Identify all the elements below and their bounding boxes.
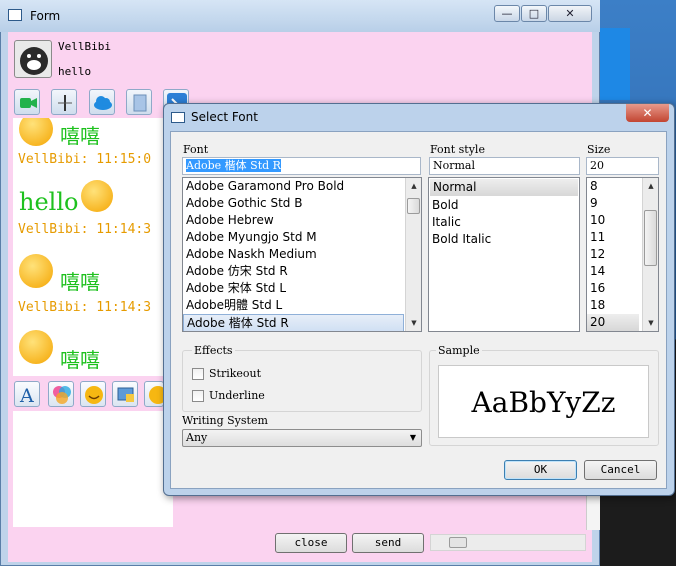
font-option[interactable]: Adobe Hebrew: [183, 212, 421, 229]
size-list-scrollbar[interactable]: ▲ ▼: [642, 178, 658, 331]
sample-label: Sample: [436, 344, 482, 357]
strikeout-label: Strikeout: [209, 367, 262, 380]
emoji2-icon: [149, 386, 167, 404]
size-list[interactable]: 8 9 10 11 12 14 16 18 20 ▲ ▼: [586, 177, 659, 332]
style-option[interactable]: Bold Italic: [429, 231, 579, 248]
maximize-button[interactable]: □: [521, 5, 547, 22]
effects-group: [182, 350, 422, 412]
size-input[interactable]: 20: [586, 157, 659, 175]
laugh-emoji-icon: [19, 330, 53, 364]
chat-history[interactable]: 嘻嘻 VellBibi: 11:15:0 hello VellBibi: 11:…: [13, 118, 171, 376]
font-option[interactable]: Adobe Naskh Medium: [183, 246, 421, 263]
app-icon: [8, 9, 22, 21]
font-option[interactable]: Adobe Gothic Std B: [183, 195, 421, 212]
scroll-down-icon[interactable]: ▼: [406, 315, 421, 331]
message-meta: VellBibi: 11:14:3: [18, 300, 152, 315]
file-button[interactable]: [126, 89, 152, 115]
scroll-thumb[interactable]: [407, 198, 420, 214]
dialog-title: Select Font: [191, 110, 258, 124]
message-meta: VellBibi: 11:15:0: [18, 152, 152, 167]
chat-message: 嘻嘻: [60, 124, 100, 148]
horizontal-scrollbar[interactable]: [430, 534, 586, 551]
font-option[interactable]: Adobe 仿宋 Std R: [183, 263, 421, 280]
writing-system-select[interactable]: Any ▼: [182, 429, 422, 447]
message-meta: VellBibi: 11:14:3: [18, 222, 152, 237]
video-call-icon: [20, 98, 37, 108]
ok-button[interactable]: OK: [504, 460, 577, 480]
scroll-thumb[interactable]: [644, 210, 657, 266]
form-title: Form: [30, 9, 61, 23]
style-option-selected[interactable]: Normal: [430, 179, 578, 196]
effects-label: Effects: [192, 344, 235, 357]
font-button[interactable]: A: [14, 381, 40, 407]
sample-preview: AaBbYyZz: [438, 365, 649, 438]
avatar[interactable]: [14, 40, 52, 78]
scroll-up-icon[interactable]: ▲: [643, 178, 658, 194]
underline-checkbox[interactable]: [192, 390, 204, 402]
writing-system-label: Writing System: [182, 414, 268, 427]
color-icon: [53, 386, 71, 404]
cancel-button[interactable]: Cancel: [584, 460, 657, 480]
font-option[interactable]: Adobe明體 Std L: [183, 297, 421, 314]
color-button[interactable]: [48, 381, 74, 407]
cloud-icon: [94, 96, 112, 110]
chat-message: hello: [19, 188, 79, 216]
screenshot-button[interactable]: [112, 381, 138, 407]
profile-signature: hello: [58, 65, 92, 78]
desktop-tile: [596, 28, 630, 100]
dialog-icon: [171, 112, 185, 123]
scroll-down-icon[interactable]: ▼: [643, 315, 658, 331]
font-option[interactable]: Adobe Myungjo Std M: [183, 229, 421, 246]
font-icon: A: [19, 385, 34, 407]
size-option-selected[interactable]: 20: [587, 314, 639, 331]
emoji2-button[interactable]: [144, 381, 167, 407]
chat-message: 嘻嘻: [60, 348, 100, 372]
message-input[interactable]: [13, 411, 173, 527]
writing-system-value: Any: [186, 431, 208, 444]
svg-text:A: A: [19, 385, 34, 407]
cloud-button[interactable]: [89, 89, 115, 115]
screenshot-icon: [117, 387, 134, 402]
size-label: Size: [587, 143, 611, 156]
font-list[interactable]: Adobe Garamond Pro Bold Adobe Gothic Std…: [182, 177, 422, 332]
scroll-up-icon[interactable]: ▲: [406, 178, 421, 194]
minimize-button[interactable]: —: [494, 5, 520, 22]
close-button[interactable]: close: [275, 533, 347, 553]
love-emoji-icon: [81, 180, 113, 212]
laugh-emoji-icon: [19, 118, 53, 146]
profile-name: VellBibi: [58, 40, 111, 53]
strikeout-checkbox[interactable]: [192, 368, 204, 380]
avatar-face-icon: [20, 47, 48, 75]
font-label: Font: [183, 143, 209, 156]
style-option[interactable]: Bold: [429, 197, 579, 214]
font-style-input[interactable]: Normal: [429, 157, 580, 175]
font-list-scrollbar[interactable]: ▲ ▼: [405, 178, 421, 331]
font-option[interactable]: Adobe Garamond Pro Bold: [183, 178, 421, 195]
dialog-close-button[interactable]: ✕: [626, 104, 669, 122]
audio-button[interactable]: [51, 89, 77, 115]
laugh-emoji-icon: [19, 254, 53, 288]
file-icon: [133, 94, 147, 112]
font-style-list[interactable]: Normal Bold Italic Bold Italic: [428, 177, 580, 332]
underline-label: Underline: [209, 389, 265, 402]
font-style-label: Font style: [430, 143, 485, 156]
chevron-down-icon: ▼: [409, 433, 416, 442]
font-input-value: Adobe 楷体 Std R: [186, 159, 281, 172]
chat-message: 嘻嘻: [60, 270, 100, 294]
font-option[interactable]: Adobe 宋体 Std L: [183, 280, 421, 297]
video-call-button[interactable]: [14, 89, 40, 115]
audio-icon: [58, 95, 72, 111]
scroll-thumb[interactable]: [449, 537, 467, 548]
emoji-icon: [85, 386, 103, 404]
font-option-selected[interactable]: Adobe 楷体 Std R: [183, 314, 404, 331]
emoji-button[interactable]: [80, 381, 106, 407]
close-window-button[interactable]: ✕: [548, 5, 592, 22]
font-input[interactable]: Adobe 楷体 Std R: [182, 157, 421, 175]
send-button[interactable]: send: [352, 533, 424, 553]
style-option[interactable]: Italic: [429, 214, 579, 231]
